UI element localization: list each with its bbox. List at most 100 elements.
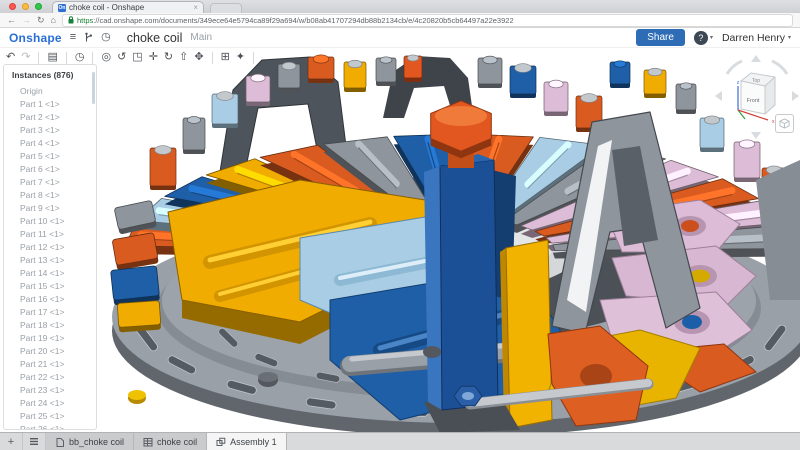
rotate-up-arrow-icon[interactable] [751, 55, 761, 62]
instance-item[interactable]: Part 21 <1> [4, 357, 96, 370]
instance-item[interactable]: Part 18 <1> [4, 318, 96, 331]
panel-scrollbar[interactable] [92, 72, 95, 104]
doc-tab-label: bb_choke coil [69, 437, 124, 447]
instance-item[interactable]: Part 25 <1> [4, 409, 96, 422]
instance-item[interactable]: Origin [4, 84, 96, 97]
toolbar-divider [212, 52, 213, 64]
home-icon[interactable]: ⌂ [51, 16, 56, 25]
roll-ccw-icon[interactable] [727, 61, 742, 74]
instance-item[interactable]: Part 12 <1> [4, 240, 96, 253]
toolbar-divider [253, 52, 254, 64]
tab-close-icon[interactable]: × [193, 4, 198, 12]
browser-tab[interactable]: On choke coil - Onshape × [52, 1, 204, 13]
instance-item[interactable]: Part 15 <1> [4, 279, 96, 292]
minimize-window-button[interactable] [22, 3, 29, 10]
mate-icon[interactable]: ◎ [101, 52, 111, 63]
doc-tab-assembly-1[interactable]: Assembly 1 [207, 433, 287, 450]
translate-icon[interactable]: ✥ [194, 52, 203, 63]
insert-icon[interactable]: ▤ [47, 52, 57, 63]
rotate-down-arrow-icon[interactable] [751, 132, 761, 139]
help-menu[interactable]: ? ▾ [694, 31, 713, 45]
redo-icon[interactable]: ↷ [21, 52, 30, 63]
rotate-left-arrow-icon[interactable] [715, 91, 722, 101]
document-title: choke coil [127, 31, 183, 45]
assembly-3d-model[interactable] [0, 48, 800, 433]
share-button[interactable]: Share [636, 29, 685, 46]
instance-item[interactable]: Part 16 <1> [4, 292, 96, 305]
chevron-down-icon: ▾ [788, 34, 791, 41]
undo-icon[interactable]: ↶ [6, 52, 15, 63]
toolbar-divider [66, 52, 67, 64]
z-axis-label: z [737, 80, 740, 86]
instance-item[interactable]: Part 3 <1> [4, 123, 96, 136]
instance-item[interactable]: Part 2 <1> [4, 110, 96, 123]
rotate-right-arrow-icon[interactable] [792, 91, 799, 101]
instances-list: OriginPart 1 <1>Part 2 <1>Part 3 <1>Part… [4, 84, 96, 430]
instance-item[interactable]: Part 1 <1> [4, 97, 96, 110]
tab-list-button[interactable] [23, 433, 46, 450]
exploded-view-icon[interactable]: ⊞ [221, 52, 230, 63]
move-icon[interactable]: ✛ [149, 52, 158, 63]
tab-title: choke coil - Onshape [69, 3, 144, 12]
instance-item[interactable]: Part 26 <1> [4, 422, 96, 430]
instance-item[interactable]: Part 6 <1> [4, 162, 96, 175]
view-cube-top-label[interactable]: Top [752, 78, 760, 84]
instances-title: Instances (876) [4, 65, 96, 84]
instance-item[interactable]: Part 23 <1> [4, 383, 96, 396]
zoom-window-button[interactable] [35, 3, 42, 10]
instance-item[interactable]: Part 22 <1> [4, 370, 96, 383]
isometric-cube-icon [779, 118, 790, 129]
instance-item[interactable]: Part 19 <1> [4, 331, 96, 344]
main-menu-icon[interactable]: ≡ [70, 32, 76, 43]
instance-item[interactable]: Part 7 <1> [4, 175, 96, 188]
add-tab-button[interactable]: + [0, 433, 23, 450]
forward-icon[interactable]: → [22, 16, 31, 25]
rotate-left-icon[interactable]: ↺ [117, 52, 126, 63]
named-views-icon[interactable]: ✦ [236, 52, 245, 63]
user-name: Darren Henry [722, 32, 785, 44]
toolbar-divider [38, 52, 39, 64]
toolbar-divider [92, 52, 93, 64]
rotate-right-icon[interactable]: ↻ [164, 52, 173, 63]
chevron-down-icon: ▾ [710, 34, 713, 41]
url-field[interactable]: https://cad.onshape.com/documents/349ece… [62, 14, 793, 27]
instance-item[interactable]: Part 20 <1> [4, 344, 96, 357]
lift-icon[interactable]: ⇧ [179, 52, 188, 63]
instance-item[interactable]: Part 10 <1> [4, 214, 96, 227]
page-icon [55, 437, 65, 447]
assembly-icon [216, 437, 226, 447]
workspace-label: Main [190, 32, 212, 43]
isometric-home-view-button[interactable] [775, 114, 794, 133]
app-header: Onshape ≡ ◷ choke coil Main Share ? ▾ Da… [0, 28, 800, 48]
instance-item[interactable]: Part 14 <1> [4, 266, 96, 279]
instance-item[interactable]: Part 8 <1> [4, 188, 96, 201]
graphics-area: ↶↷▤◷◎↺◳✛↻⇧✥⊞✦ Instances (876) OriginPart… [0, 48, 800, 433]
doc-tab-label: choke coil [157, 437, 197, 447]
reload-icon[interactable]: ↻ [37, 16, 45, 25]
close-window-button[interactable] [9, 3, 16, 10]
versions-branch-icon[interactable] [84, 32, 93, 43]
instance-item[interactable]: Part 5 <1> [4, 149, 96, 162]
doc-tab-bb-choke-coil[interactable]: bb_choke coil [46, 433, 134, 450]
onshape-favicon-icon: On [58, 4, 66, 12]
doc-tab-choke-coil[interactable]: choke coil [134, 433, 207, 450]
history-icon[interactable]: ◷ [75, 52, 85, 63]
snap-mode-icon[interactable]: ◳ [132, 52, 142, 63]
history-icon[interactable]: ◷ [101, 32, 111, 43]
instance-item[interactable]: Part 4 <1> [4, 136, 96, 149]
browser-url-bar: ← → ↻ ⌂ https://cad.onshape.com/document… [0, 13, 800, 28]
lock-icon [68, 16, 74, 24]
instance-item[interactable]: Part 9 <1> [4, 201, 96, 214]
instance-item[interactable]: Part 24 <1> [4, 396, 96, 409]
instance-item[interactable]: Part 13 <1> [4, 253, 96, 266]
instance-item[interactable]: Part 17 <1> [4, 305, 96, 318]
roll-cw-icon[interactable] [772, 61, 787, 74]
back-icon[interactable]: ← [7, 16, 16, 25]
user-menu[interactable]: Darren Henry ▾ [722, 32, 791, 44]
instance-item[interactable]: Part 11 <1> [4, 227, 96, 240]
onshape-logo[interactable]: Onshape [9, 31, 62, 45]
list-icon [29, 437, 39, 446]
help-icon[interactable]: ? [694, 31, 708, 45]
view-cube-front-label[interactable]: Front [747, 98, 760, 104]
header-right: Share ? ▾ Darren Henry ▾ [636, 29, 791, 46]
